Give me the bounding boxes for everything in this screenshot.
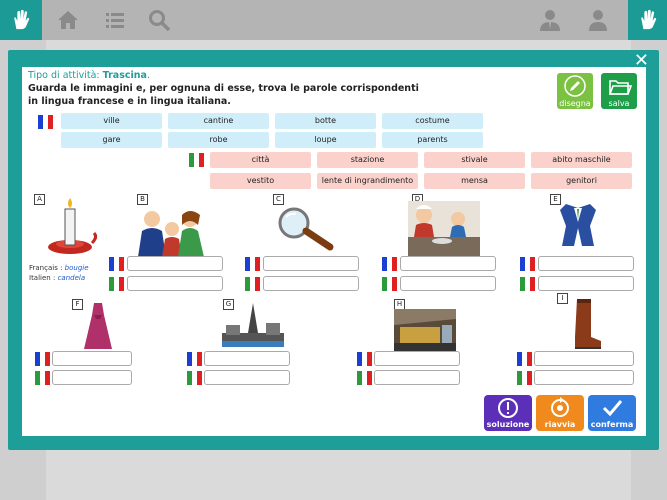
italian-flag-icon <box>382 277 397 291</box>
exclamation-icon <box>498 398 518 418</box>
italian-flag-icon <box>187 371 202 385</box>
item-letter: I <box>557 293 568 304</box>
pencil-icon <box>564 75 586 97</box>
item-letter: B <box>137 194 148 205</box>
italian-flag-icon <box>35 371 50 385</box>
french-flag-icon <box>382 257 397 271</box>
french-word-chip[interactable]: botte <box>275 113 376 129</box>
italian-word-chip[interactable]: mensa <box>424 173 525 189</box>
italian-word-chip[interactable]: stivale <box>424 152 525 168</box>
italian-answer-slot[interactable] <box>263 276 359 291</box>
teacher-icon[interactable] <box>538 8 562 32</box>
hand-icon <box>640 9 656 30</box>
french-flag-icon <box>517 352 532 366</box>
french-word-chip[interactable]: robe <box>168 132 269 148</box>
family-icon <box>132 207 212 257</box>
canteen-icon <box>408 201 480 257</box>
save-button[interactable]: salva <box>601 73 637 109</box>
feedback-box <box>284 395 468 431</box>
french-flag-icon <box>35 352 50 366</box>
hand-tool-button[interactable] <box>628 0 667 40</box>
user-icon[interactable] <box>586 8 610 32</box>
suit-icon <box>556 200 600 248</box>
magnifying-glass-icon <box>272 205 342 255</box>
french-word-chip[interactable]: cantine <box>168 113 269 129</box>
french-answer-slot[interactable] <box>204 351 290 366</box>
top-bar <box>0 0 667 40</box>
italian-answer-slot[interactable] <box>52 370 132 385</box>
french-flag-icon <box>38 115 53 129</box>
italian-flag-icon <box>357 371 372 385</box>
italian-word-chip[interactable]: abito maschile <box>531 152 632 168</box>
boot-icon <box>569 297 605 351</box>
italian-flag-icon <box>517 371 532 385</box>
solution-button[interactable]: soluzione <box>484 395 532 431</box>
italian-answer-slot[interactable] <box>400 276 496 291</box>
dress-icon <box>80 301 116 351</box>
city-icon <box>222 303 284 347</box>
italian-word-chip[interactable]: stazione <box>317 152 418 168</box>
restart-icon <box>551 397 569 417</box>
restart-button[interactable]: riavvia <box>536 395 584 431</box>
french-answer-slot[interactable] <box>538 256 634 271</box>
activity-modal: ✕ Tipo di attività: Trascina. Guarda le … <box>8 50 659 450</box>
italian-flag-icon <box>520 277 535 291</box>
draw-button[interactable]: disegna <box>557 73 593 109</box>
french-flag-icon <box>357 352 372 366</box>
folder-icon <box>608 80 633 95</box>
french-word-chip[interactable]: loupe <box>275 132 376 148</box>
french-answer-slot[interactable] <box>374 351 460 366</box>
italian-word-chip[interactable]: lente di ingrandimento <box>317 173 418 189</box>
french-flag-icon <box>245 257 260 271</box>
french-word-chip[interactable]: costume <box>382 113 483 129</box>
french-answer-slot[interactable] <box>263 256 359 271</box>
italian-answer-slot[interactable] <box>534 370 634 385</box>
list-icon[interactable] <box>103 8 127 32</box>
italian-answer-slot[interactable] <box>374 370 460 385</box>
home-icon[interactable] <box>56 8 80 32</box>
french-flag-icon <box>187 352 202 366</box>
french-answer-slot[interactable] <box>400 256 496 271</box>
station-icon <box>394 309 456 351</box>
instruction-line-1: Guarda le immagini e, per ognuna di esse… <box>28 83 419 94</box>
confirm-button[interactable]: conferma <box>588 395 636 431</box>
italian-answer-slot[interactable] <box>204 370 290 385</box>
activity-content: Tipo di attività: Trascina. Guarda le im… <box>22 67 646 436</box>
hand-icon <box>14 9 30 30</box>
activity-header: Tipo di attività: Trascina. Guarda le im… <box>28 69 419 108</box>
italian-answer-slot[interactable] <box>127 276 223 291</box>
french-answer-slot[interactable] <box>534 351 634 366</box>
italian-flag-icon <box>189 153 204 167</box>
italian-word-chip[interactable]: vestito <box>210 173 311 189</box>
french-word-chip[interactable]: gare <box>61 132 162 148</box>
activity-type: Tipo di attività: Trascina. <box>28 70 150 81</box>
candle-icon <box>40 195 100 257</box>
italian-word-chip[interactable]: città <box>210 152 311 168</box>
italian-answer-slot[interactable] <box>538 276 634 291</box>
french-flag-icon <box>109 257 124 271</box>
instruction-line-2: in lingua francese e in lingua italiana. <box>28 96 231 107</box>
italian-flag-icon <box>109 277 124 291</box>
french-word-chip[interactable]: parents <box>382 132 483 148</box>
item-letter: C <box>273 194 284 205</box>
search-icon[interactable] <box>147 8 171 32</box>
italian-word-chip[interactable]: genitori <box>531 173 632 189</box>
french-flag-icon <box>520 257 535 271</box>
example-translation: Français : bougie Italien : candela <box>29 264 89 282</box>
checkmark-icon <box>602 400 623 417</box>
italian-flag-icon <box>245 277 260 291</box>
french-word-chip[interactable]: ville <box>61 113 162 129</box>
hand-menu-button[interactable] <box>0 0 42 40</box>
french-answer-slot[interactable] <box>127 256 223 271</box>
french-answer-slot[interactable] <box>52 351 132 366</box>
